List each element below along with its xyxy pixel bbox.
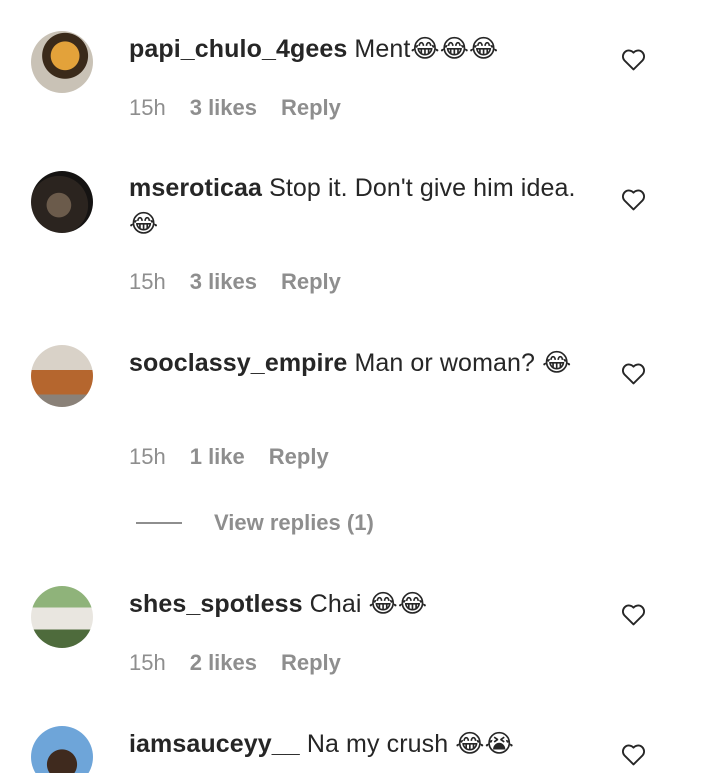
comment-text: mseroticaa Stop it. Don't give him idea.… (129, 171, 599, 242)
avatar[interactable] (31, 31, 93, 93)
comment-body: Stop it. Don't give him idea. (269, 174, 576, 202)
comment-text: iamsauceyy__ Na my crush 😂😭 (129, 726, 599, 762)
comment-meta: 15h 1 like Reply (129, 444, 329, 470)
timestamp: 15h (129, 269, 166, 294)
likes-count[interactable]: 3 likes (190, 95, 257, 121)
comment-meta: 15h 3 likes Reply (129, 269, 341, 295)
reply-button[interactable]: Reply (281, 95, 341, 121)
view-replies-button[interactable]: View replies (1) (136, 510, 374, 536)
emoji: 😂😭 (455, 729, 514, 758)
timestamp: 15h (129, 95, 166, 120)
comment-body: Chai (309, 590, 362, 618)
likes-count[interactable]: 2 likes (190, 650, 257, 676)
likes-count[interactable]: 3 likes (190, 269, 257, 295)
timestamp: 15h (129, 650, 166, 675)
comment-body: Man or woman? (354, 349, 536, 377)
emoji: 😂 (129, 209, 159, 238)
emoji: 😂😂😂 (410, 34, 499, 63)
username[interactable]: mseroticaa (129, 174, 262, 202)
divider (136, 522, 182, 524)
likes-count[interactable]: 1 like (190, 444, 245, 470)
username[interactable]: iamsauceyy__ (129, 730, 300, 758)
emoji: 😂 (542, 348, 572, 377)
username[interactable]: sooclassy_empire (129, 349, 347, 377)
heart-outline-icon[interactable] (621, 743, 646, 766)
comment-body: Ment (354, 35, 411, 63)
comment-meta: 15h 2 likes Reply (129, 650, 341, 676)
reply-button[interactable]: Reply (281, 650, 341, 676)
avatar[interactable] (31, 586, 93, 648)
username[interactable]: shes_spotless (129, 590, 303, 618)
comment-text: shes_spotless Chai 😂😂 (129, 586, 599, 622)
comment-text: sooclassy_empire Man or woman? 😂 (129, 345, 579, 381)
username[interactable]: papi_chulo_4gees (129, 35, 347, 63)
avatar[interactable] (31, 171, 93, 233)
comment-body: Na my crush (306, 730, 449, 758)
reply-button[interactable]: Reply (269, 444, 329, 470)
timestamp: 15h (129, 444, 166, 469)
avatar[interactable] (31, 345, 93, 407)
heart-outline-icon[interactable] (621, 188, 646, 211)
view-replies-label[interactable]: View replies (1) (214, 510, 374, 536)
heart-outline-icon[interactable] (621, 362, 646, 385)
reply-button[interactable]: Reply (281, 269, 341, 295)
comment-meta: 15h 3 likes Reply (129, 95, 341, 121)
heart-outline-icon[interactable] (621, 48, 646, 71)
avatar[interactable] (31, 726, 93, 773)
comment-text: papi_chulo_4gees Ment😂😂😂 (129, 31, 599, 67)
emoji: 😂😂 (368, 589, 428, 618)
heart-outline-icon[interactable] (621, 603, 646, 626)
